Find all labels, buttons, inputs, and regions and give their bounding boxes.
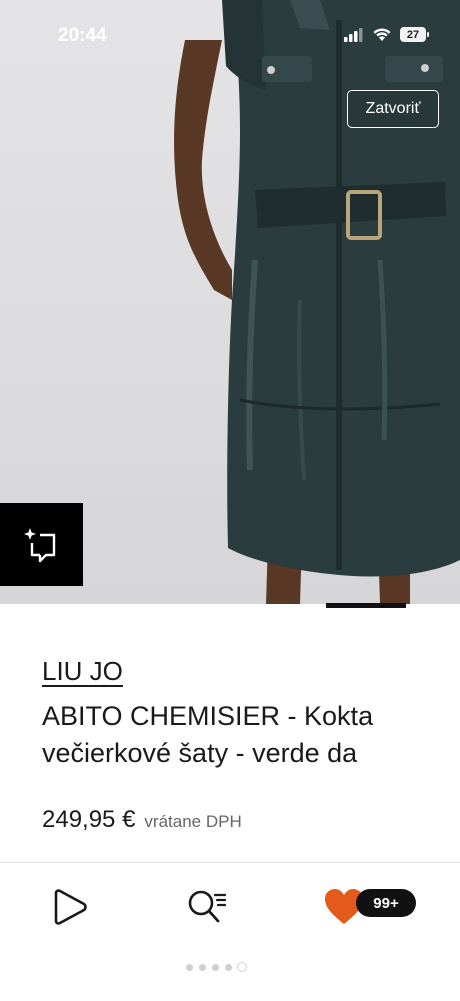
battery-level: 27 <box>406 28 420 41</box>
play-icon <box>54 889 87 925</box>
page-indicator <box>186 963 246 971</box>
similar-items-button[interactable] <box>0 503 83 586</box>
status-icons: 27 <box>344 27 429 42</box>
sparkle-crop-icon <box>23 527 55 562</box>
status-bar: 20:44 27 <box>0 0 460 76</box>
page-dot <box>199 963 206 971</box>
close-button-label: Zatvoriť <box>365 100 421 117</box>
tab-search[interactable] <box>184 885 230 929</box>
close-button[interactable]: Zatvoriť <box>347 90 439 128</box>
search-list-icon <box>188 890 227 923</box>
image-carousel-indicator <box>326 603 406 608</box>
wishlist-count-badge: 99+ <box>356 889 416 917</box>
tab-play[interactable] <box>48 885 92 929</box>
wifi-icon <box>373 28 391 41</box>
page-dot <box>212 963 219 971</box>
page-dot <box>225 963 232 971</box>
product-name: ABITO CHEMISIER - Kokta večierkové šaty … <box>42 698 373 772</box>
product-name-line-1: ABITO CHEMISIER - Kokta <box>42 701 374 731</box>
product-name-line-2: večierkové šaty - verde da <box>42 738 358 768</box>
vat-note: vrátane DPH <box>144 812 242 831</box>
price-row: 249,95 € vrátane DPH <box>42 806 242 834</box>
cellular-signal-icon <box>344 27 363 42</box>
product-info: LIU JO ABITO CHEMISIER - Kokta večierkov… <box>0 608 460 862</box>
page-dot <box>186 963 193 971</box>
brand-link[interactable]: LIU JO <box>42 656 123 687</box>
battery-icon: 27 <box>400 27 429 42</box>
page-dot-active <box>238 963 246 971</box>
status-time: 20:44 <box>58 25 107 46</box>
product-price: 249,95 € <box>42 806 136 833</box>
